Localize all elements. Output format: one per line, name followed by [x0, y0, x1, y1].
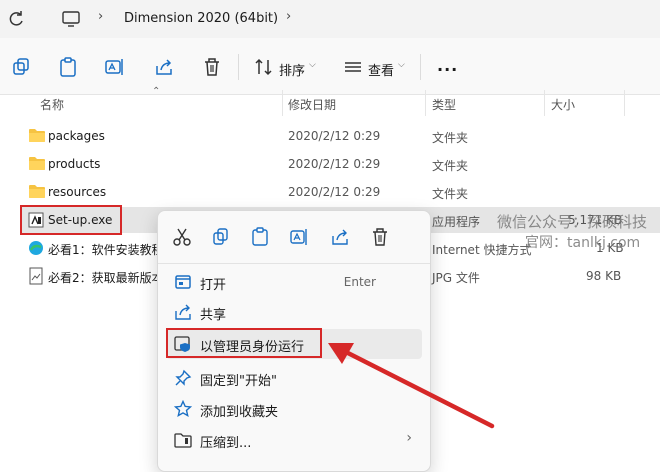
paste-icon [252, 227, 268, 246]
column-divider[interactable] [425, 90, 426, 116]
annotation-arrow-icon [328, 343, 495, 429]
shortcut-label: Enter [343, 275, 376, 289]
address-bar: › Dimension 2020 (64bit) › [0, 0, 660, 38]
edge-shortcut-icon [29, 241, 43, 255]
menu-item-open[interactable]: 打开 Enter [166, 267, 422, 297]
menu-item-label: 固定到"开始" [200, 374, 277, 389]
watermark-website: 官网：tanlkj.com [525, 235, 641, 251]
file-type: 文件夹 [432, 159, 469, 173]
column-header-name[interactable]: 名称 [40, 96, 64, 113]
paste-icon [60, 57, 76, 77]
context-menu-quick-actions [158, 211, 430, 264]
view-button[interactable] [342, 56, 364, 78]
cut-button[interactable] [172, 227, 192, 247]
sort-icon [255, 58, 272, 76]
menu-item-label: 共享 [200, 308, 227, 323]
star-icon [174, 400, 192, 418]
delete-button[interactable] [370, 227, 390, 247]
scissors-icon [173, 228, 191, 246]
trash-icon [205, 58, 219, 76]
rename-icon [290, 229, 307, 245]
chevron-down-icon[interactable]: ⌵ [398, 60, 405, 70]
pin-icon [175, 369, 192, 386]
menu-item-share[interactable]: 共享 [166, 297, 422, 327]
chevron-right-icon[interactable]: › [98, 9, 103, 24]
file-type: 文件夹 [432, 187, 469, 201]
column-divider[interactable] [624, 90, 625, 116]
copy-icon [213, 228, 228, 245]
file-name: packages [48, 129, 105, 143]
this-pc-icon[interactable] [62, 10, 80, 28]
file-size: 98 KB [586, 269, 622, 283]
chevron-right-icon[interactable]: › [286, 9, 291, 24]
file-type: JPG 文件 [432, 271, 480, 285]
column-divider[interactable] [282, 90, 283, 116]
file-type: 应用程序 [432, 215, 481, 229]
toolbar-divider [238, 54, 239, 80]
folder-icon [29, 129, 45, 142]
column-divider[interactable] [544, 90, 545, 116]
file-date: 2020/2/12 0:29 [288, 129, 381, 143]
file-type: Internet 快捷方式 [432, 243, 532, 257]
menu-item-label: 添加到收藏夹 [200, 405, 279, 420]
view-list-icon [345, 62, 361, 72]
file-name: 必看2：获取最新版本 [48, 271, 164, 285]
highlight-box-setup-exe [20, 205, 122, 235]
share-icon [175, 304, 191, 320]
chevron-down-icon[interactable]: ⌵ [309, 60, 316, 70]
paste-button[interactable] [57, 56, 79, 78]
image-file-icon [29, 267, 43, 285]
rename-button[interactable] [289, 227, 309, 247]
file-name: resources [48, 185, 107, 199]
watermark-wechat: 微信公众号：探硕科技 [497, 213, 648, 231]
toolbar-divider [420, 54, 421, 80]
file-date: 2020/2/12 0:29 [288, 157, 381, 171]
sort-ascending-icon: ⌃ [152, 86, 161, 97]
file-row[interactable]: resources 2020/2/12 0:29 文件夹 [20, 179, 660, 205]
zip-folder-icon [174, 433, 192, 448]
folder-icon [29, 185, 45, 198]
trash-icon [373, 228, 387, 246]
rename-button[interactable] [104, 56, 126, 78]
highlight-box-run-as-admin [166, 328, 322, 358]
command-bar: 排序 ⌵ 查看 ⌵ ··· [0, 38, 660, 95]
view-label[interactable]: 查看 [368, 60, 394, 79]
share-icon [332, 229, 348, 245]
copy-button[interactable] [10, 56, 32, 78]
delete-button[interactable] [201, 56, 223, 78]
file-type: 文件夹 [432, 131, 469, 145]
share-button[interactable] [153, 56, 175, 78]
share-button[interactable] [330, 227, 350, 247]
refresh-icon[interactable] [6, 10, 26, 28]
file-name: 必看1：软件安装教程 [48, 243, 164, 257]
copy-icon [13, 58, 29, 75]
file-name: products [48, 157, 101, 171]
folder-icon [29, 157, 45, 170]
file-date: 2020/2/12 0:29 [288, 185, 381, 199]
column-header-size[interactable]: 大小 [551, 96, 575, 113]
column-header-type[interactable]: 类型 [432, 96, 456, 113]
column-header-date[interactable]: 修改日期 [288, 96, 336, 113]
menu-item-label: 压缩到... [200, 436, 252, 451]
file-row[interactable]: packages 2020/2/12 0:29 文件夹 [20, 123, 660, 149]
menu-item-label: 打开 [200, 278, 227, 293]
paste-button[interactable] [250, 227, 270, 247]
rename-icon [105, 59, 123, 75]
sort-button[interactable] [253, 56, 275, 78]
copy-button[interactable] [211, 227, 231, 247]
breadcrumb-current-folder[interactable]: Dimension 2020 (64bit) [124, 11, 278, 26]
share-icon [156, 59, 172, 75]
open-window-icon [175, 275, 191, 289]
more-options-icon[interactable]: ··· [437, 60, 458, 79]
file-row[interactable]: products 2020/2/12 0:29 文件夹 [20, 151, 660, 177]
sort-label[interactable]: 排序 [279, 60, 305, 79]
